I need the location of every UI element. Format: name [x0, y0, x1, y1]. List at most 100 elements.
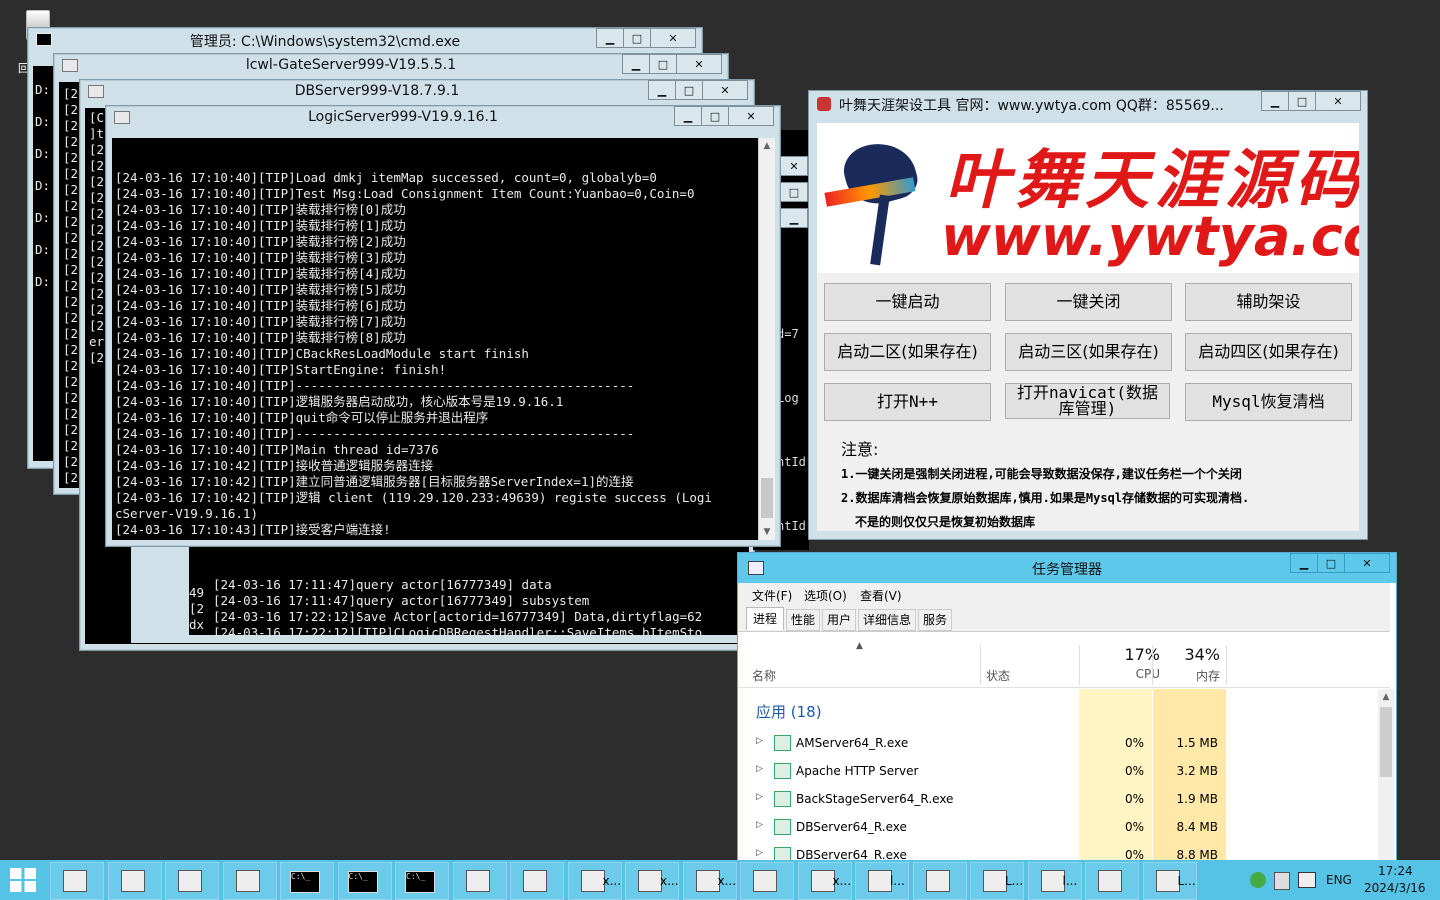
taskbar-button[interactable]: L...	[1142, 862, 1197, 900]
taskbar-button[interactable]: C:\_	[280, 862, 334, 900]
start-button[interactable]	[8, 866, 38, 894]
logic-scrollbar[interactable]: ▲ ▼	[758, 138, 775, 540]
maximize-button[interactable]: □	[701, 106, 729, 126]
tm-titlebar[interactable]: 任务管理器 ▁ □ ✕	[738, 553, 1396, 583]
minimize-button[interactable]: ▁	[622, 54, 650, 74]
mysql-restore-button[interactable]: Mysql恢复清档	[1185, 383, 1352, 421]
close-button[interactable]: ✕	[780, 156, 808, 176]
menu-view[interactable]: 查看(V)	[860, 587, 902, 604]
col-name[interactable]: 名称	[752, 667, 776, 684]
taskbar-button[interactable]: C:\_	[337, 862, 392, 900]
start-zone2-button[interactable]: 启动二区(如果存在)	[824, 333, 991, 371]
expand-chevron-icon[interactable]: ▷	[756, 764, 763, 774]
taskbar-button[interactable]: L...	[970, 862, 1024, 900]
menu-options[interactable]: 选项(O)	[804, 587, 847, 604]
clock-date[interactable]: 2024/3/16	[1364, 881, 1426, 895]
close-button[interactable]: ✕	[650, 28, 696, 48]
expand-chevron-icon[interactable]: ▷	[756, 736, 763, 746]
maximize-button[interactable]: □	[1317, 553, 1345, 573]
close-button[interactable]: ✕	[702, 80, 748, 100]
taskbar-button[interactable]	[912, 862, 967, 900]
close-button[interactable]: ✕	[676, 54, 722, 74]
open-navicat-button[interactable]: 打开navicat(数据库管理)	[1005, 383, 1170, 419]
tray-app-icon[interactable]	[1250, 872, 1266, 888]
process-row[interactable]: ▷ 0% 3.2 MB Apache HTTP Server	[738, 757, 1378, 785]
taskbar-button[interactable]	[510, 862, 564, 900]
taskbar-button[interactable]: l...	[1027, 862, 1082, 900]
logic-titlebar[interactable]: LogicServer999-V19.9.16.1 ▁ □ ✕	[106, 106, 780, 130]
menu-file[interactable]: 文件(F)	[752, 587, 792, 604]
close-button[interactable]: ✕	[728, 106, 774, 126]
taskbar-button[interactable]	[1085, 862, 1139, 900]
minimize-button[interactable]: ▁	[1261, 91, 1289, 111]
task-manager-window[interactable]: 任务管理器 ▁ □ ✕ 文件(F) 选项(O) 查看(V) 进程 性能 用户 详…	[737, 552, 1397, 862]
one-click-start-button[interactable]: 一键启动	[824, 283, 991, 321]
taskbar-button[interactable]: x...	[682, 862, 737, 900]
close-button[interactable]: ✕	[1344, 553, 1390, 573]
minimize-button[interactable]: ▁	[674, 106, 702, 126]
cmd-titlebar[interactable]: 管理员: C:\Windows\system32\cmd.exe ▁ □ ✕	[28, 28, 702, 52]
apps-group-header[interactable]: 应用 (18)	[756, 701, 822, 722]
taskbar-button[interactable]	[165, 862, 219, 900]
tray-shield-icon[interactable]	[1274, 872, 1290, 890]
scroll-thumb[interactable]	[761, 478, 773, 518]
minimize-button[interactable]: ▁	[648, 80, 676, 100]
taskbar-button[interactable]	[50, 862, 104, 900]
tab-performance[interactable]: 性能	[786, 609, 821, 631]
process-row[interactable]: ▷ 0% 8.4 MB DBServer64_R.exe	[738, 813, 1378, 841]
one-click-stop-button[interactable]: 一键关闭	[1005, 283, 1172, 321]
taskbar-button[interactable]	[222, 862, 277, 900]
process-row[interactable]: ▷ 0% 1.5 MB AMServer64_R.exe	[738, 729, 1378, 757]
maximize-button[interactable]: □	[1288, 91, 1316, 111]
taskbar-button[interactable]: x...	[625, 862, 679, 900]
process-row[interactable]: ▷ 0% 8.8 MB DBServer64_R.exe	[738, 841, 1378, 861]
tm-scrollbar[interactable]: ▲	[1378, 689, 1394, 861]
input-language[interactable]: ENG	[1326, 873, 1352, 887]
tab-details[interactable]: 详细信息	[858, 609, 917, 631]
taskbar-button[interactable]: x...	[567, 862, 622, 900]
open-npp-button[interactable]: 打开N++	[824, 383, 991, 421]
taskbar-button[interactable]	[452, 862, 507, 900]
scroll-up-arrow[interactable]: ▲	[1378, 689, 1394, 705]
start-zone4-button[interactable]: 启动四区(如果存在)	[1185, 333, 1352, 371]
db-titlebar[interactable]: DBServer999-V18.7.9.1 ▁ □ ✕	[80, 80, 754, 104]
logic-window[interactable]: LogicServer999-V19.9.16.1 ▁ □ ✕ [24-03-1…	[105, 105, 781, 547]
console-line: [24-03-16 17:10:40][TIP]StartEngine: fin…	[115, 362, 447, 377]
clock-time[interactable]: 17:24	[1378, 864, 1413, 878]
process-icon	[774, 791, 791, 807]
maximize-button[interactable]: □	[649, 54, 677, 74]
yw-tool-window[interactable]: 叶舞天涯架设工具 官网：www.ywtya.com QQ群：85569... ▁…	[808, 90, 1368, 540]
maximize-button[interactable]: □	[623, 28, 651, 48]
taskbar-button[interactable]: l...	[855, 862, 909, 900]
taskbar-button[interactable]	[107, 862, 162, 900]
expand-chevron-icon[interactable]: ▷	[756, 792, 763, 802]
expand-chevron-icon[interactable]: ▷	[756, 848, 763, 858]
scroll-thumb[interactable]	[1380, 707, 1392, 777]
maximize-button[interactable]: □	[780, 182, 808, 202]
start-zone3-button[interactable]: 启动三区(如果存在)	[1005, 333, 1172, 371]
assist-setup-button[interactable]: 辅助架设	[1185, 283, 1352, 321]
col-cpu[interactable]: CPU	[1136, 667, 1160, 681]
process-row[interactable]: ▷ 0% 1.9 MB BackStageServer64_R.exe	[738, 785, 1378, 813]
tab-processes[interactable]: 进程	[746, 607, 785, 630]
gate-titlebar[interactable]: lcwl-GateServer999-V19.5.5.1 ▁ □ ✕	[54, 54, 728, 78]
taskbar-button[interactable]	[740, 862, 794, 900]
taskbar-button[interactable]: C:\_	[395, 862, 449, 900]
process-mem: 1.9 MB	[1176, 792, 1218, 806]
scroll-down-arrow[interactable]: ▼	[759, 524, 775, 540]
scroll-up-arrow[interactable]: ▲	[759, 138, 775, 154]
tab-services[interactable]: 服务	[918, 609, 953, 631]
logic-console[interactable]: [24-03-16 17:10:40][TIP]Load dmkj itemMa…	[112, 138, 758, 540]
col-status[interactable]: 状态	[986, 667, 1010, 684]
minimize-button[interactable]: ▁	[1290, 553, 1318, 573]
minimize-button[interactable]: ▁	[596, 28, 624, 48]
taskbar-button[interactable]: x...	[797, 862, 852, 900]
tray-network-icon[interactable]	[1298, 872, 1316, 888]
maximize-button[interactable]: □	[675, 80, 703, 100]
expand-chevron-icon[interactable]: ▷	[756, 820, 763, 830]
close-button[interactable]: ✕	[1315, 91, 1361, 111]
col-mem[interactable]: 内存	[1196, 667, 1220, 684]
minimize-button[interactable]: ▁	[780, 208, 808, 228]
tab-users[interactable]: 用户	[822, 609, 857, 631]
console-line: [24-03-16 17:10:40][TIP]装载排行榜[0]成功	[115, 202, 406, 217]
